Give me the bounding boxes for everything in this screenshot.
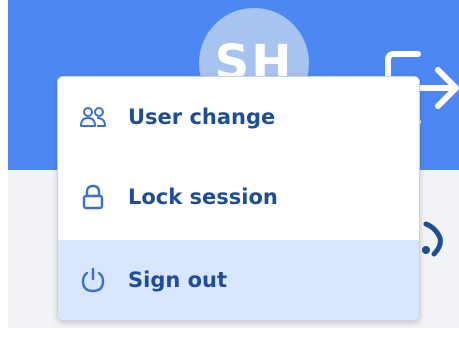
user-change-icon [80, 104, 106, 130]
menu-item-label: Sign out [128, 268, 228, 292]
menu-item-label: Lock session [128, 185, 278, 209]
partial-icon [422, 221, 443, 257]
menu-item-sign-out[interactable]: Sign out [58, 240, 419, 320]
lock-icon [80, 184, 106, 210]
menu-item-user-change[interactable]: User change [58, 77, 419, 157]
user-menu: User change Lock session Sign out [57, 76, 420, 321]
menu-item-label: User change [128, 105, 276, 129]
menu-item-lock-session[interactable]: Lock session [58, 157, 419, 237]
power-icon [80, 267, 106, 293]
